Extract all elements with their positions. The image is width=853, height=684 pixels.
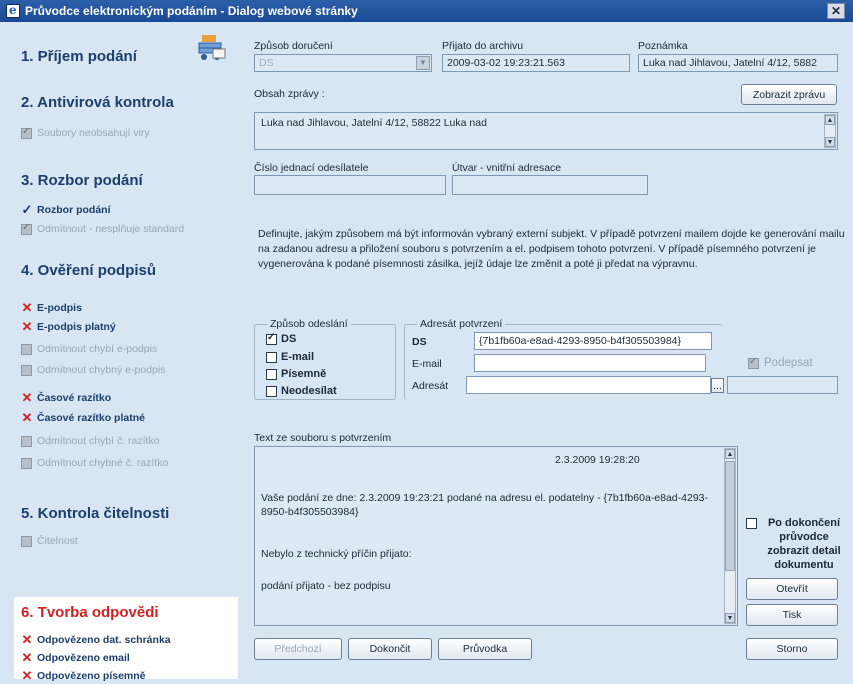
title-bar: Průvodce elektronickým podáním - Dialog … [0,0,853,22]
utvar-field[interactable] [452,175,648,195]
prijato-label: Přijato do archivu [442,40,524,52]
x-icon: ✕ [21,390,33,405]
adresat-label: Adresát [412,380,449,392]
step-item-chybne-razitko: Odmítnout chybné č. razítko [21,457,168,469]
pruvodka-button[interactable]: Průvodka [438,638,532,660]
scroll-up-icon: ▲ [725,449,735,459]
info-text: Definujte, jakým způsobem má být informo… [258,228,845,270]
potvrzeni-textarea[interactable]: 2.3.2009 19:28:20 Vaše podání ze dne: 2.… [254,446,738,626]
step-item-epodpis: ✕ E-podpis [21,300,82,315]
checkbox-disabled-icon [21,343,32,355]
obsah-scrollbar[interactable]: ▲ ▼ [824,114,836,148]
x-icon: ✕ [21,668,33,683]
x-icon: ✕ [21,300,33,315]
zpusob-doruceni-label: Způsob doručení [254,40,333,52]
step1-title: 1. Příjem podání [21,48,137,65]
x-icon: ✕ [21,632,33,647]
checkbox-disabled-icon [21,126,32,139]
step-item-rozbor: ✓ Rozbor podání [21,202,111,217]
obsah-label: Obsah zprávy : [254,88,325,100]
po-dokonceni-checkbox[interactable]: Po dokončení průvodce zobrazit detail do… [746,516,847,572]
steps-panel: 1. Příjem podání 2. Antivirová kontrola … [0,22,238,679]
storno-button[interactable]: Storno [746,638,838,660]
step6-panel: 6. Tvorba odpovědi ✕ Odpovězeno dat. schr… [14,597,238,683]
predchozi-button[interactable]: Předchozí [254,638,342,660]
window-title: Průvodce elektronickým podáním - Dialog … [25,4,358,18]
potvrzeni-scrollbar[interactable]: ▲ ▼ [724,448,736,624]
adresat-extra-field[interactable] [727,376,838,394]
zpusob-odeslani-title: Způsob odeslání [267,318,351,330]
scroll-up-icon: ▲ [825,115,835,125]
obsah-textarea[interactable]: Luka nad Jihlavou, Jatelní 4/12, 58822 L… [254,112,838,150]
step4-title: 4. Ověření podpisů [21,262,157,279]
adresat-title: Adresát potvrzení [417,318,506,330]
zobrazit-zpravu-button[interactable]: Zobrazit zprávu [741,84,837,105]
browse-button[interactable]: ... [711,378,724,393]
otevrit-button[interactable]: Otevřít [746,578,838,600]
step-item-odpovezeno-ds: ✕ Odpovězeno dat. schránka [21,632,171,647]
scroll-thumb[interactable] [725,461,735,571]
checkbox-disabled-icon [21,435,32,447]
x-icon: ✕ [21,319,33,334]
checkbox-disabled-icon [21,222,32,235]
cislo-jednaci-label: Číslo jednací odesílatele [254,162,369,174]
email-label: E-mail [412,358,442,370]
check-icon: ✓ [21,202,33,217]
checkbox-disabled-icon [21,457,32,469]
step-item-citelnost: Čitelnost [21,535,78,547]
cislo-jednaci-field[interactable] [254,175,446,195]
prijato-field[interactable]: 2009-03-02 19:23:21.563 [442,54,630,72]
checkbox-disabled-icon [748,356,759,369]
step-item-odpovezeno-pisemne: ✕ Odpovězeno písemně [21,668,146,683]
odeslani-neodesilat-checkbox[interactable]: Neodesílat [266,385,337,397]
step-item-odmitnout-standard: Odmítnout - nesplňuje standard [21,222,184,235]
tisk-button[interactable]: Tisk [746,604,838,626]
checkbox-disabled-icon [21,364,32,376]
step-item-razitko: ✕ Časové razítko [21,390,112,405]
adresat-field[interactable] [466,376,711,394]
step-item-chybny-epodpis: Odmítnout chybný e-podpis [21,364,165,376]
odeslani-ds-checkbox[interactable]: DS [266,332,296,345]
checkbox-disabled-icon [21,535,32,547]
utvar-label: Útvar - vnitřní adresace [452,162,562,174]
odeslani-email-checkbox[interactable]: E-mail [266,351,314,363]
step6-title: 6. Tvorba odpovědi [21,604,159,621]
chevron-down-icon: ▼ [416,56,430,70]
poznamka-label: Poznámka [638,40,688,52]
scroll-down-icon: ▼ [825,137,835,147]
step-item-antivirus: Soubory neobsahují viry [21,126,150,139]
step-item-odpovezeno-email: ✕ Odpovězeno email [21,650,130,665]
podepsat-checkbox[interactable]: Podepsat [748,356,813,369]
step2-title: 2. Antivirová kontrola [21,94,174,111]
email-field[interactable] [474,354,706,372]
ds-label: DS [412,336,427,348]
zpusob-doruceni-select[interactable]: DS ▼ [254,54,432,72]
x-icon: ✕ [21,650,33,665]
step5-title: 5. Kontrola čitelnosti [21,505,170,522]
poznamka-field[interactable]: Luka nad Jihlavou, Jatelní 4/12, 5882 [638,54,838,72]
close-button[interactable]: ✕ [827,3,845,19]
scroll-down-icon: ▼ [725,613,735,623]
step3-title: 3. Rozbor podání [21,172,143,189]
step-item-epodpis-platny: ✕ E-podpis platný [21,319,116,334]
x-icon: ✕ [21,410,33,425]
text-title: Text ze souboru s potvrzením [254,432,392,444]
browser-icon [6,3,20,18]
ds-field[interactable]: {7b1fb60a-e8ad-4293-8950-b4f305503984} [474,332,712,350]
step-item-chybi-razitko: Odmítnout chybí č. razítko [21,435,160,447]
odeslani-pisemne-checkbox[interactable]: Písemně [266,368,326,380]
step-item-razitko-platne: ✕ Časové razítko platné [21,410,145,425]
shopping-cart-icon [198,35,226,60]
form-panel: Způsob doručení DS ▼ Přijato do archivu … [246,22,853,679]
dokoncit-button[interactable]: Dokončit [348,638,432,660]
step-item-chybi-epodpis: Odmítnout chybí e-podpis [21,343,157,355]
